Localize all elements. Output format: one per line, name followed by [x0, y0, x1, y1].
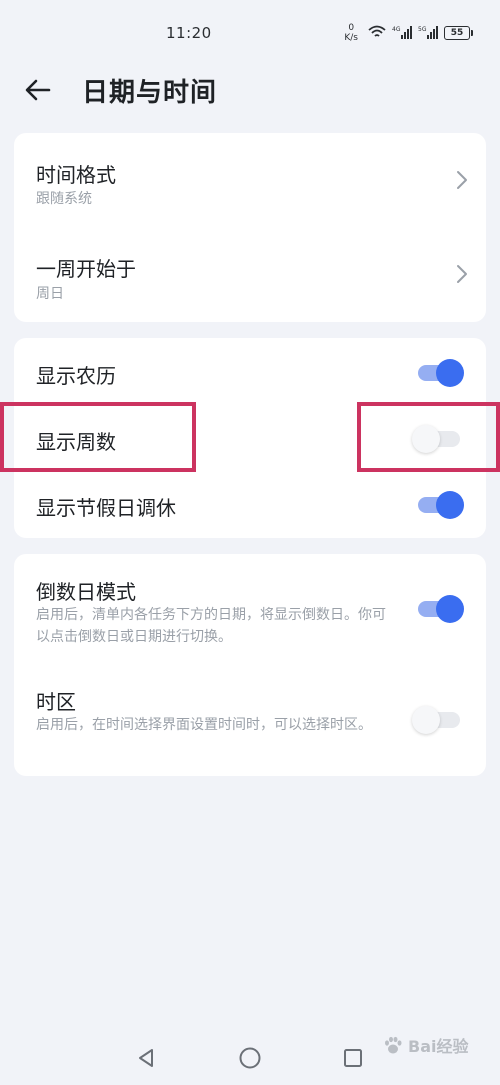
status-bar: 11:20 0 K/s 4G 5G 55	[0, 0, 500, 60]
holiday-title: 显示节假日调休	[36, 496, 176, 520]
holiday-row[interactable]: 显示节假日调休	[14, 472, 486, 538]
timezone-toggle[interactable]	[412, 706, 460, 734]
holiday-toggle[interactable]	[418, 491, 464, 519]
week-number-title: 显示周数	[36, 430, 116, 454]
countdown-title: 倒数日模式	[36, 580, 136, 604]
back-button[interactable]	[18, 70, 58, 110]
countdown-toggle[interactable]	[418, 595, 464, 623]
time-format-title: 时间格式	[36, 163, 116, 187]
net-speed-value: 0	[348, 23, 355, 33]
triangle-back-icon	[139, 1049, 153, 1067]
week-start-value: 周日	[36, 286, 64, 302]
nav-back-button[interactable]	[133, 1045, 159, 1071]
lunar-row[interactable]: 显示农历	[14, 338, 486, 406]
app-bar: 日期与时间	[0, 60, 500, 120]
display-settings-card: 显示农历 显示周数 显示节假日调休	[14, 338, 486, 538]
svg-text:4G: 4G	[392, 26, 401, 33]
battery-icon: 55	[444, 26, 473, 40]
toggle-knob	[412, 706, 440, 734]
wifi-icon	[368, 24, 386, 43]
signal-5g-icon: 5G	[418, 24, 438, 43]
svg-text:Bai经验: Bai经验	[408, 1037, 469, 1056]
chevron-right-icon	[457, 171, 467, 189]
countdown-row[interactable]: 倒数日模式 启用后，清单内各任务下方的日期，将显示倒数日。你可以点击倒数日或日期…	[14, 554, 486, 664]
mode-settings-card: 倒数日模式 启用后，清单内各任务下方的日期，将显示倒数日。你可以点击倒数日或日期…	[14, 554, 486, 776]
lunar-title: 显示农历	[36, 364, 116, 388]
signal-4g-icon: 4G	[392, 24, 412, 43]
watermark-text-logo: Bai经验	[408, 1037, 469, 1056]
arrow-left-icon	[25, 79, 51, 101]
week-start-title: 一周开始于	[36, 257, 136, 281]
toggle-knob	[436, 359, 464, 387]
page-title: 日期与时间	[82, 78, 218, 108]
svg-text:5G: 5G	[418, 26, 427, 33]
week-number-toggle[interactable]	[412, 425, 460, 453]
circle-home-icon	[239, 1047, 261, 1069]
week-number-row[interactable]: 显示周数	[14, 406, 486, 472]
toggle-knob	[412, 425, 440, 453]
time-format-value: 跟随系统	[36, 191, 92, 207]
net-speed-unit: K/s	[344, 33, 358, 43]
status-time: 11:20	[166, 24, 212, 42]
format-settings-card: 时间格式 跟随系统 一周开始于 周日	[14, 133, 486, 322]
paw-logo-icon	[385, 1036, 402, 1054]
countdown-description: 启用后，清单内各任务下方的日期，将显示倒数日。你可以点击倒数日或日期进行切换。	[36, 607, 386, 645]
time-format-row[interactable]: 时间格式 跟随系统	[14, 133, 486, 227]
lunar-toggle[interactable]	[418, 359, 464, 387]
chevron-right-icon	[457, 265, 467, 283]
timezone-title: 时区	[36, 690, 76, 714]
nav-recents-button[interactable]	[340, 1045, 366, 1071]
week-start-row[interactable]: 一周开始于 周日	[14, 227, 486, 322]
nav-home-button[interactable]	[237, 1045, 263, 1071]
timezone-row[interactable]: 时区 启用后，在时间选择界面设置时间时，可以选择时区。	[14, 664, 486, 776]
baidu-watermark-logo: Bai经验	[382, 1026, 482, 1066]
net-speed: 0 K/s	[344, 23, 358, 43]
status-icons: 0 K/s 4G 5G 55	[344, 22, 473, 44]
timezone-description: 启用后，在时间选择界面设置时间时，可以选择时区。	[36, 717, 372, 733]
toggle-knob	[436, 595, 464, 623]
square-recents-icon	[344, 1049, 362, 1067]
toggle-knob	[436, 491, 464, 519]
